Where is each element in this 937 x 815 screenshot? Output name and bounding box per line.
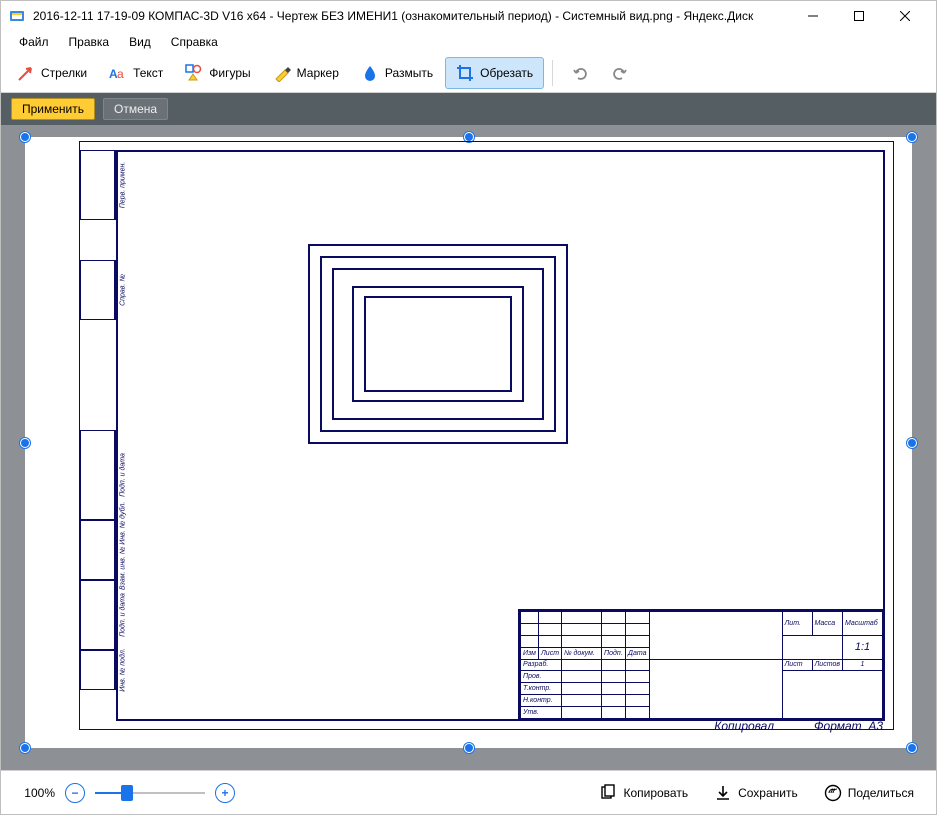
crop-handle-tl[interactable]	[20, 132, 30, 142]
share-icon	[824, 784, 842, 802]
kopiroval-label: Копировал	[714, 719, 774, 733]
tool-blur[interactable]: Размыть	[351, 57, 443, 89]
format-value: A3	[868, 719, 883, 733]
marker-icon	[273, 64, 291, 82]
tool-text[interactable]: Aa Текст	[99, 57, 173, 89]
tool-shapes-label: Фигуры	[209, 66, 250, 80]
tool-arrows-label: Стрелки	[41, 66, 87, 80]
bottombar: 100% − + Копировать Сохранить Поделиться	[1, 770, 936, 814]
menu-edit[interactable]: Правка	[61, 33, 118, 51]
close-button[interactable]	[882, 1, 928, 31]
left-column: Перв. примен. Справ. № Подп. и дата Взам…	[80, 150, 116, 721]
shapes-icon	[185, 64, 203, 82]
crop-handle-bl[interactable]	[20, 743, 30, 753]
redo-icon	[611, 64, 629, 82]
zoom-in-button[interactable]: +	[215, 783, 235, 803]
text-icon: Aa	[109, 64, 127, 82]
save-button[interactable]: Сохранить	[706, 780, 806, 806]
crop-selection[interactable]: Перв. примен. Справ. № Подп. и дата Взам…	[25, 137, 912, 748]
svg-text:a: a	[117, 67, 124, 81]
zoom-slider[interactable]	[95, 783, 205, 803]
crop-handle-tr[interactable]	[907, 132, 917, 142]
copy-button[interactable]: Копировать	[591, 780, 696, 806]
tool-marker-label: Маркер	[297, 66, 339, 80]
title-block: Лит.МассаМасштаб 1:1 ИзмЛист№ докум.Подп…	[518, 609, 883, 719]
crop-handle-r[interactable]	[907, 438, 917, 448]
blur-icon	[361, 64, 379, 82]
separator	[552, 60, 553, 86]
download-icon	[714, 784, 732, 802]
share-button[interactable]: Поделиться	[816, 780, 922, 806]
zoom-value: 100%	[15, 786, 55, 800]
crop-handle-br[interactable]	[907, 743, 917, 753]
app-icon	[9, 8, 25, 24]
minimize-button[interactable]	[790, 1, 836, 31]
menu-help[interactable]: Справка	[163, 33, 226, 51]
toolbar: Стрелки Aa Текст Фигуры Маркер Размыть О…	[1, 53, 936, 93]
tool-arrows[interactable]: Стрелки	[7, 57, 97, 89]
tool-crop[interactable]: Обрезать	[445, 57, 544, 89]
tool-marker[interactable]: Маркер	[263, 57, 349, 89]
drawing-frame: Лит.МассаМасштаб 1:1 ИзмЛист№ докум.Подп…	[116, 150, 885, 721]
tool-blur-label: Размыть	[385, 66, 433, 80]
copy-label: Копировать	[623, 786, 688, 800]
arrow-icon	[17, 64, 35, 82]
tool-shapes[interactable]: Фигуры	[175, 57, 260, 89]
zoom-out-button[interactable]: −	[65, 783, 85, 803]
window-title: 2016-12-11 17-19-09 КОМПАС-3D V16 x64 - …	[33, 9, 790, 23]
titlebar: 2016-12-11 17-19-09 КОМПАС-3D V16 x64 - …	[1, 1, 936, 31]
copy-icon	[599, 784, 617, 802]
undo-button[interactable]	[561, 57, 599, 89]
menu-file[interactable]: Файл	[11, 33, 57, 51]
menubar: Файл Правка Вид Справка	[1, 31, 936, 53]
tool-text-label: Текст	[133, 66, 163, 80]
save-label: Сохранить	[738, 786, 798, 800]
tool-crop-label: Обрезать	[480, 66, 533, 80]
undo-icon	[571, 64, 589, 82]
canvas[interactable]: Перв. примен. Справ. № Подп. и дата Взам…	[1, 125, 936, 770]
share-label: Поделиться	[848, 786, 914, 800]
crop-icon	[456, 64, 474, 82]
cad-sheet: Перв. примен. Справ. № Подп. и дата Взам…	[79, 141, 894, 730]
crop-handle-l[interactable]	[20, 438, 30, 448]
menu-view[interactable]: Вид	[121, 33, 159, 51]
maximize-button[interactable]	[836, 1, 882, 31]
actionbar: Применить Отмена	[1, 93, 936, 125]
format-label: Формат	[814, 719, 862, 733]
cancel-button[interactable]: Отмена	[103, 98, 168, 120]
apply-button[interactable]: Применить	[11, 98, 95, 120]
crop-handle-b[interactable]	[464, 743, 474, 753]
zoom-slider-thumb[interactable]	[121, 785, 133, 801]
nested-rect-5	[364, 296, 512, 392]
redo-button[interactable]	[601, 57, 639, 89]
